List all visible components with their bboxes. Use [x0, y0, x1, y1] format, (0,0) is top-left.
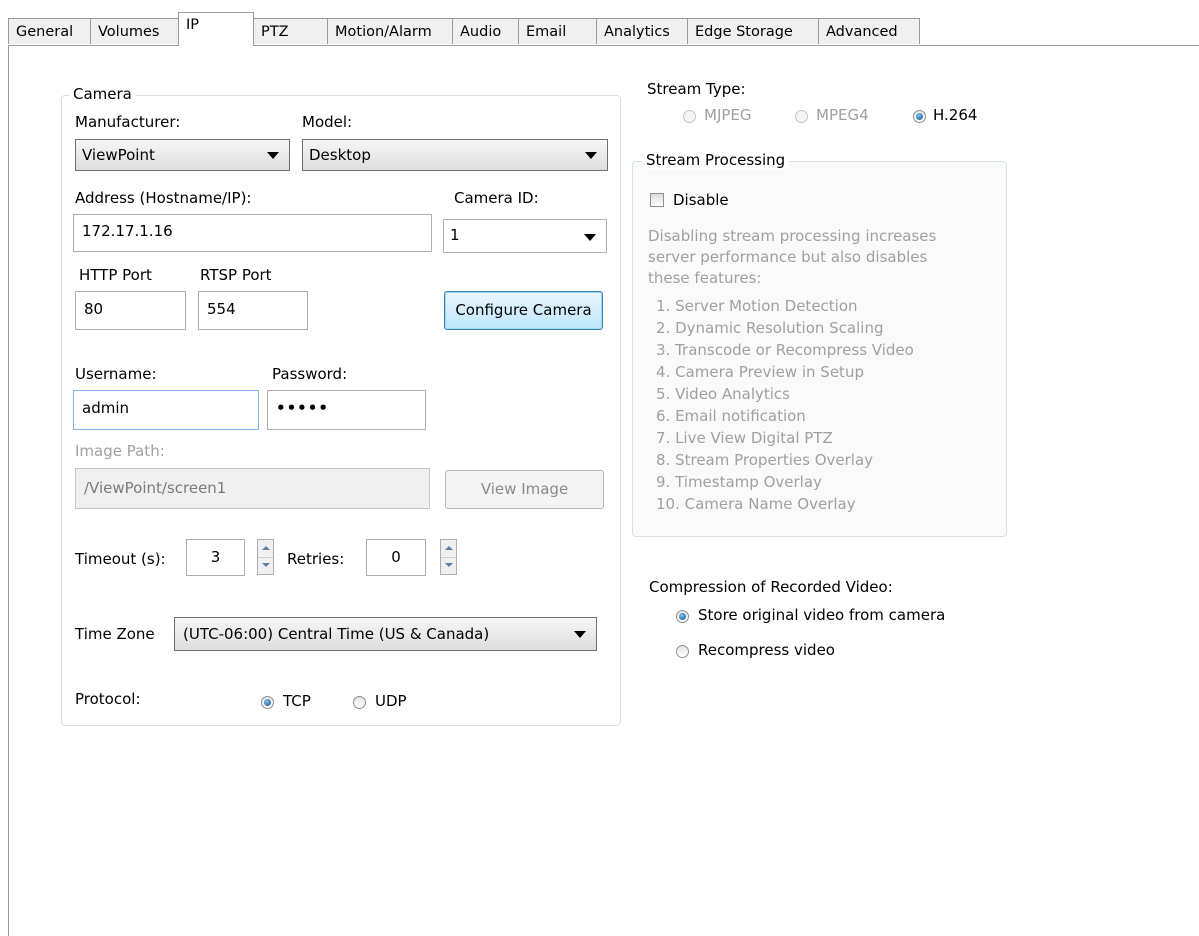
image-path-input[interactable]: /ViewPoint/screen1	[75, 468, 430, 509]
feature-item: 9. Timestamp Overlay	[656, 473, 822, 491]
stream-type-mjpeg-label[interactable]: MJPEG	[704, 106, 752, 124]
chevron-down-icon	[584, 234, 596, 241]
rtsp-port-input[interactable]: 554	[198, 291, 308, 330]
retries-spinner[interactable]	[440, 539, 457, 575]
image-path-label: Image Path:	[75, 442, 165, 460]
protocol-udp-label[interactable]: UDP	[375, 692, 407, 710]
feature-item: 3. Transcode or Recompress Video	[656, 341, 914, 359]
recompress-radio[interactable]	[676, 645, 689, 658]
stream-type-mjpeg-radio[interactable]	[683, 110, 696, 123]
timeout-spinner[interactable]	[257, 539, 274, 575]
tab-volumes[interactable]: Volumes	[90, 18, 179, 44]
store-original-label[interactable]: Store original video from camera	[698, 606, 945, 624]
model-value: Desktop	[309, 146, 371, 164]
spin-down-button[interactable]	[441, 557, 456, 574]
spin-up-button[interactable]	[441, 540, 456, 558]
address-label: Address (Hostname/IP):	[75, 189, 252, 207]
description-line: server performance but also disables	[648, 248, 928, 266]
feature-item: 8. Stream Properties Overlay	[656, 451, 874, 469]
feature-item: 2. Dynamic Resolution Scaling	[656, 319, 884, 337]
view-image-button[interactable]: View Image	[445, 470, 604, 509]
timezone-value: (UTC-06:00) Central Time (US & Canada)	[183, 625, 490, 643]
tab-ip[interactable]: IP	[178, 12, 254, 46]
feature-item: 6. Email notification	[656, 407, 806, 425]
protocol-udp-radio[interactable]	[353, 696, 366, 709]
protocol-tcp-label[interactable]: TCP	[283, 692, 311, 710]
model-label: Model:	[302, 113, 353, 131]
spin-down-button[interactable]	[258, 557, 273, 574]
feature-item: 7. Live View Digital PTZ	[656, 429, 833, 447]
recompress-label[interactable]: Recompress video	[698, 641, 835, 659]
tab-motion-alarm[interactable]: Motion/Alarm	[327, 18, 453, 44]
configure-camera-button[interactable]: Configure Camera	[444, 291, 603, 330]
model-select[interactable]: Desktop	[302, 139, 608, 171]
chevron-down-icon	[574, 631, 586, 638]
feature-item: 5. Video Analytics	[656, 385, 790, 403]
retries-label: Retries:	[287, 550, 345, 568]
stream-processing-title: Stream Processing	[642, 151, 790, 169]
stream-type-h264-radio[interactable]	[913, 110, 926, 123]
camera-id-label: Camera ID:	[454, 189, 539, 207]
http-port-label: HTTP Port	[79, 266, 152, 284]
tab-analytics[interactable]: Analytics	[596, 18, 688, 44]
feature-item: 4. Camera Preview in Setup	[656, 363, 864, 381]
stream-type-mpeg4-radio[interactable]	[795, 110, 808, 123]
stream-processing-info: Disabling stream processing increases se…	[648, 227, 998, 527]
chevron-down-icon	[585, 152, 597, 159]
retries-input[interactable]: 0	[366, 539, 426, 576]
manufacturer-label: Manufacturer:	[75, 113, 181, 131]
timeout-input[interactable]: 3	[186, 539, 245, 576]
arrow-up-icon	[262, 546, 270, 550]
arrow-up-icon	[445, 546, 453, 550]
manufacturer-select[interactable]: ViewPoint	[75, 139, 290, 171]
username-input[interactable]: admin	[73, 390, 259, 430]
arrow-down-icon	[445, 563, 453, 567]
tab-email[interactable]: Email	[518, 18, 597, 44]
camera-id-select[interactable]: 1	[443, 219, 607, 253]
description-line: these features:	[648, 269, 762, 287]
description-line: Disabling stream processing increases	[648, 227, 937, 245]
address-input[interactable]: 172.17.1.16	[73, 214, 432, 252]
spin-up-button[interactable]	[258, 540, 273, 558]
tab-general[interactable]: General	[8, 18, 91, 44]
password-label: Password:	[272, 365, 348, 383]
protocol-label: Protocol:	[75, 690, 141, 708]
tab-edge-storage[interactable]: Edge Storage	[687, 18, 819, 44]
tab-ptz[interactable]: PTZ	[253, 18, 328, 44]
password-input[interactable]: •••••	[267, 390, 426, 430]
rtsp-port-label: RTSP Port	[200, 266, 272, 284]
tab-audio[interactable]: Audio	[452, 18, 519, 44]
camera-group-title: Camera	[69, 85, 136, 103]
tab-advanced[interactable]: Advanced	[818, 18, 920, 44]
compression-label: Compression of Recorded Video:	[649, 578, 893, 596]
feature-item: 1. Server Motion Detection	[656, 297, 858, 315]
protocol-tcp-radio[interactable]	[261, 696, 274, 709]
feature-item: 10. Camera Name Overlay	[656, 495, 856, 513]
camera-id-value: 1	[450, 226, 460, 244]
stream-type-h264-label[interactable]: H.264	[933, 106, 977, 124]
stream-type-mpeg4-label[interactable]: MPEG4	[816, 106, 869, 124]
username-label: Username:	[75, 365, 157, 383]
timezone-select[interactable]: (UTC-06:00) Central Time (US & Canada)	[174, 617, 597, 651]
disable-stream-processing-checkbox[interactable]	[650, 193, 664, 207]
http-port-input[interactable]: 80	[75, 291, 186, 330]
store-original-radio[interactable]	[676, 610, 689, 623]
arrow-down-icon	[262, 563, 270, 567]
manufacturer-value: ViewPoint	[82, 146, 155, 164]
chevron-down-icon	[267, 152, 279, 159]
disable-stream-processing-label[interactable]: Disable	[673, 191, 729, 209]
timezone-label: Time Zone	[75, 625, 155, 643]
stream-type-label: Stream Type:	[647, 80, 746, 98]
timeout-label: Timeout (s):	[75, 550, 166, 568]
